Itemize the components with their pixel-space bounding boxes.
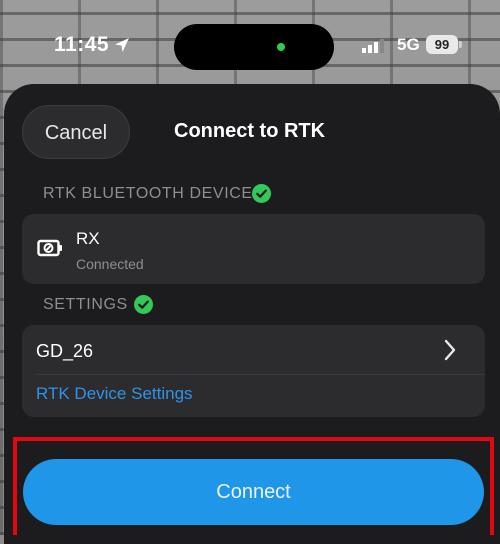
bluetooth-device-card[interactable] (22, 214, 485, 284)
connect-button[interactable]: Connect (23, 459, 484, 525)
status-bar: 11:45 5G 99 (0, 0, 500, 92)
battery-nub (459, 41, 462, 48)
check-circle-icon (134, 295, 153, 314)
check-circle-icon (252, 184, 271, 203)
cancel-button[interactable]: Cancel (22, 105, 130, 159)
sheet-title: Connect to RTK (174, 120, 326, 142)
dynamic-island (174, 24, 334, 70)
camera-indicator-dot (277, 43, 285, 51)
settings-profile-row[interactable]: GD_26 (36, 341, 93, 362)
signal-strength-icon (362, 39, 384, 53)
rtk-device-settings-link[interactable]: RTK Device Settings (36, 384, 193, 404)
battery-icon: 99 (426, 35, 458, 54)
device-status: Connected (76, 256, 144, 272)
settings-divider (36, 374, 485, 375)
bluetooth-section-header: RTK BLUETOOTH DEVICE (43, 185, 253, 202)
status-time: 11:45 (54, 33, 110, 56)
chevron-right-icon[interactable] (443, 339, 457, 361)
device-name: RX (76, 229, 100, 248)
location-arrow-icon (115, 38, 129, 52)
settings-section-header: SETTINGS (43, 296, 128, 313)
rtk-device-battery-icon (37, 239, 62, 257)
network-type: 5G (397, 35, 420, 54)
